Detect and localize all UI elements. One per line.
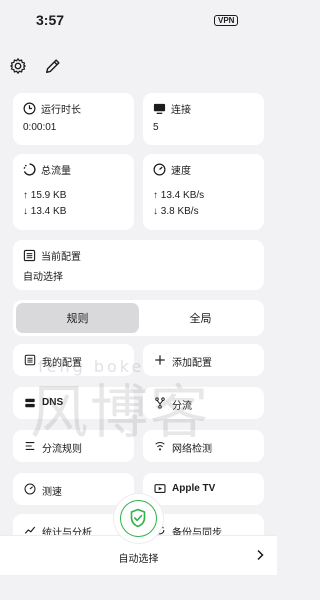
gauge-icon — [24, 483, 36, 495]
speed-up: ↑ 13.4 KB/s — [153, 190, 205, 201]
connections-card[interactable]: 连接 5 — [143, 93, 264, 145]
bottom-bar-label: 自动选择 — [118, 554, 159, 565]
segment-global[interactable]: 全局 — [139, 310, 262, 326]
speed-title: 速度 — [171, 166, 191, 177]
speed-card: 速度 ↑ 13.4 KB/s ↓ 3.8 KB/s — [143, 154, 264, 230]
mode-segmented-control: 规则 全局 — [13, 300, 264, 336]
pencil-icon[interactable] — [44, 57, 62, 75]
tile-routing-rules[interactable]: 分流规则 — [13, 430, 134, 462]
connect-ring — [120, 500, 157, 537]
tile-my-config[interactable]: 我的配置 — [13, 344, 134, 376]
vpn-badge: VPN — [214, 15, 239, 26]
gauge-icon — [153, 163, 166, 176]
tile-label: 我的配置 — [42, 358, 82, 369]
shield-check-icon — [130, 508, 146, 528]
tile-split-routing[interactable]: 分流 — [143, 387, 264, 419]
traffic-up: ↑ 15.9 KB — [23, 190, 67, 201]
tile-add-config[interactable]: 添加配置 — [143, 344, 264, 376]
tile-label: 分流 — [172, 401, 192, 412]
fork-icon — [155, 397, 165, 409]
tile-label: DNS — [42, 397, 64, 408]
current-config-title: 当前配置 — [41, 252, 81, 263]
connect-button[interactable] — [114, 494, 163, 543]
traffic-card: 总流量 ↑ 15.9 KB ↓ 13.4 KB — [13, 154, 134, 230]
current-config-card[interactable]: 当前配置 自动选择 — [13, 240, 264, 290]
tv-icon — [154, 484, 166, 493]
tile-label: Apple TV — [172, 483, 216, 494]
status-time: 3:57 — [36, 12, 65, 28]
tile-speed-test[interactable]: 测速 — [13, 473, 134, 505]
traffic-title: 总流量 — [41, 166, 71, 177]
connections-value: 5 — [153, 122, 159, 133]
tile-label: 测速 — [42, 487, 62, 498]
tile-network-check[interactable]: 网络检测 — [143, 430, 264, 462]
chevron-right-icon — [257, 549, 264, 561]
gear-icon[interactable] — [9, 57, 27, 75]
plus-icon — [155, 355, 165, 365]
tile-apple-tv[interactable]: Apple TV — [143, 473, 264, 505]
status-bar: 3:57 VPN — [0, 0, 277, 40]
server-icon — [25, 398, 35, 408]
ring-icon — [23, 163, 36, 176]
connections-title: 连接 — [171, 105, 191, 116]
current-config-value: 自动选择 — [23, 272, 63, 283]
tile-label: 分流规则 — [42, 444, 82, 455]
list-icon — [23, 249, 36, 262]
traffic-down: ↓ 13.4 KB — [23, 206, 67, 217]
rules-icon — [25, 442, 35, 450]
speed-down: ↓ 3.8 KB/s — [153, 206, 199, 217]
clock-icon — [23, 102, 36, 115]
runtime-title: 运行时长 — [41, 105, 81, 116]
runtime-card: 运行时长 0:00:01 — [13, 93, 134, 145]
list-icon — [24, 354, 36, 366]
segment-rule[interactable]: 规则 — [16, 310, 139, 326]
runtime-value: 0:00:01 — [23, 122, 57, 133]
tile-label: 添加配置 — [172, 358, 212, 369]
monitor-icon — [153, 103, 166, 114]
tile-label: 网络检测 — [172, 444, 212, 455]
tile-dns[interactable]: DNS — [13, 387, 134, 419]
network-icon — [155, 442, 165, 451]
